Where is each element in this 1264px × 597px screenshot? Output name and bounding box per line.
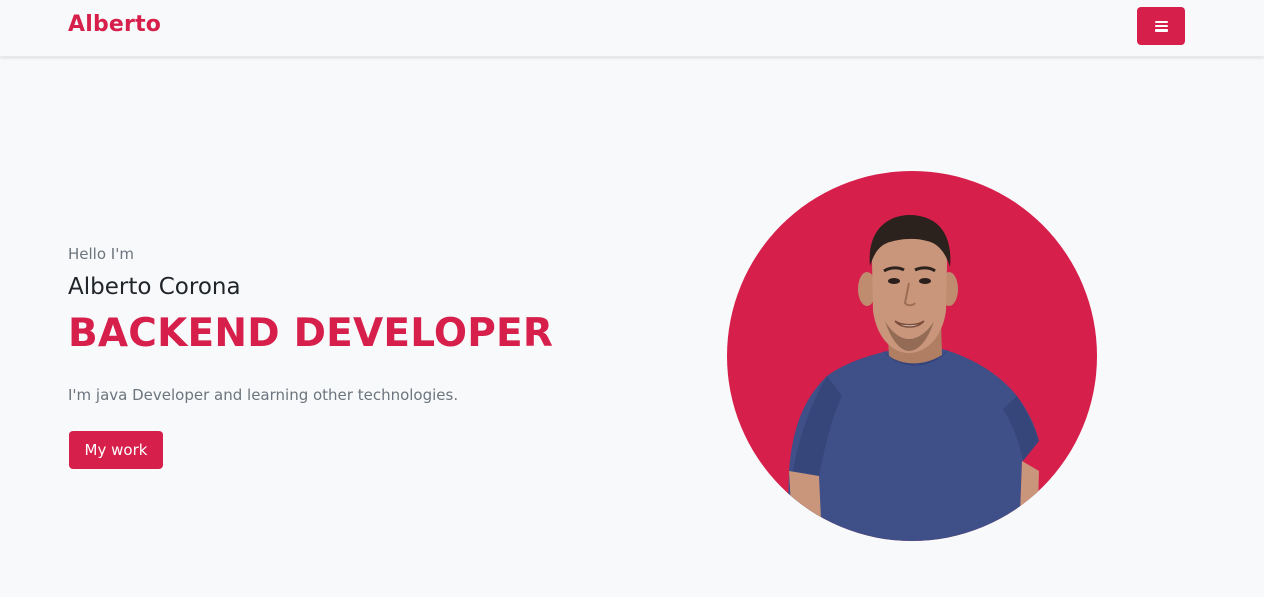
- my-work-button[interactable]: My work: [69, 431, 163, 469]
- profile-photo-illustration: [787, 215, 1039, 541]
- navbar: Alberto: [0, 0, 1264, 57]
- hero-name: Alberto Corona: [68, 274, 241, 300]
- menu-toggle-button[interactable]: [1137, 7, 1185, 45]
- hero-greeting: Hello I'm: [68, 245, 134, 263]
- hero-tagline: I'm java Developer and learning other te…: [68, 386, 459, 404]
- hero-role: BACKEND DEVELOPER: [68, 311, 554, 356]
- brand-logo[interactable]: Alberto: [68, 12, 161, 37]
- hamburger-menu-icon: [1154, 20, 1168, 32]
- profile-photo: [727, 171, 1097, 541]
- hero-intro: Hello I'm Alberto Corona BACKEND DEVELOP…: [68, 244, 628, 469]
